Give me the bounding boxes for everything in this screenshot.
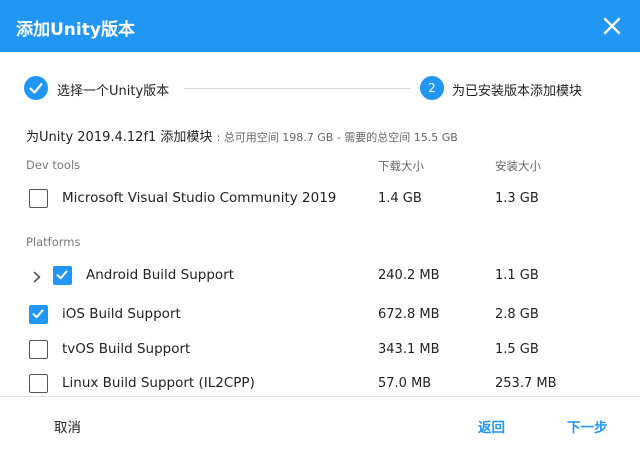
disk-space-info: : 总可用空间 198.7 GB - 需要的总空间 15.5 GB [216, 131, 458, 144]
module-download-size: 343.1 MB [378, 342, 440, 357]
module-install-size: 1.3 GB [495, 191, 539, 206]
module-install-size: 1.5 GB [495, 342, 539, 357]
module-name: Microsoft Visual Studio Community 2019 [62, 190, 337, 206]
step-complete-check-icon [24, 76, 48, 100]
module-install-size: 253.7 MB [495, 376, 557, 391]
module-checkbox[interactable] [53, 266, 72, 285]
footer-divider [0, 396, 640, 397]
step1-label: 选择一个Unity版本 [57, 84, 170, 99]
module-name: Linux Build Support (IL2CPP) [62, 375, 255, 391]
module-heading-title: 为Unity 2019.4.12f1 添加模块 [26, 130, 213, 145]
module-checkbox[interactable] [29, 189, 48, 208]
section-platforms: Platforms [26, 235, 81, 249]
module-install-size: 1.1 GB [495, 268, 539, 283]
module-checkbox[interactable] [29, 340, 48, 359]
module-download-size: 240.2 MB [378, 268, 440, 283]
module-download-size: 57.0 MB [378, 376, 432, 391]
module-download-size: 672.8 MB [378, 307, 440, 322]
module-download-size: 1.4 GB [378, 191, 422, 206]
cancel-button[interactable]: 取消 [54, 416, 81, 436]
chevron-right-icon[interactable] [30, 269, 44, 283]
step-divider [184, 88, 410, 89]
module-checkbox[interactable] [29, 305, 48, 324]
module-row-linux-il2cpp: Linux Build Support (IL2CPP) 57.0 MB 253… [0, 369, 640, 399]
module-heading: 为Unity 2019.4.12f1 添加模块 : 总可用空间 198.7 GB… [26, 126, 458, 145]
module-row-tvos: tvOS Build Support 343.1 MB 1.5 GB [0, 335, 640, 365]
module-row-visual-studio: Microsoft Visual Studio Community 2019 1… [0, 184, 640, 214]
dialog-titlebar: 添加Unity版本 [0, 0, 640, 52]
checkmark-icon [56, 270, 68, 280]
module-name: Android Build Support [86, 267, 235, 283]
module-install-size: 2.8 GB [495, 307, 539, 322]
module-name: tvOS Build Support [62, 341, 191, 357]
step2-label: 为已安装版本添加模块 [452, 84, 583, 99]
stepper: 选择一个Unity版本 2 为已安装版本添加模块 [0, 74, 640, 102]
install-size-header: 安装大小 [495, 159, 541, 173]
checkmark-icon [32, 309, 44, 319]
close-icon[interactable] [600, 14, 624, 38]
next-button[interactable]: 下一步 [567, 416, 608, 436]
step2-number: 2 [420, 76, 444, 100]
section-dev-tools: Dev tools [26, 158, 81, 172]
module-row-android: Android Build Support 240.2 MB 1.1 GB [0, 261, 640, 291]
back-button[interactable]: 返回 [478, 416, 505, 436]
module-name: iOS Build Support [62, 306, 181, 322]
module-checkbox[interactable] [29, 374, 48, 393]
dialog-title: 添加Unity版本 [16, 20, 135, 40]
module-row-ios: iOS Build Support 672.8 MB 2.8 GB [0, 300, 640, 330]
download-size-header: 下载大小 [378, 159, 424, 173]
